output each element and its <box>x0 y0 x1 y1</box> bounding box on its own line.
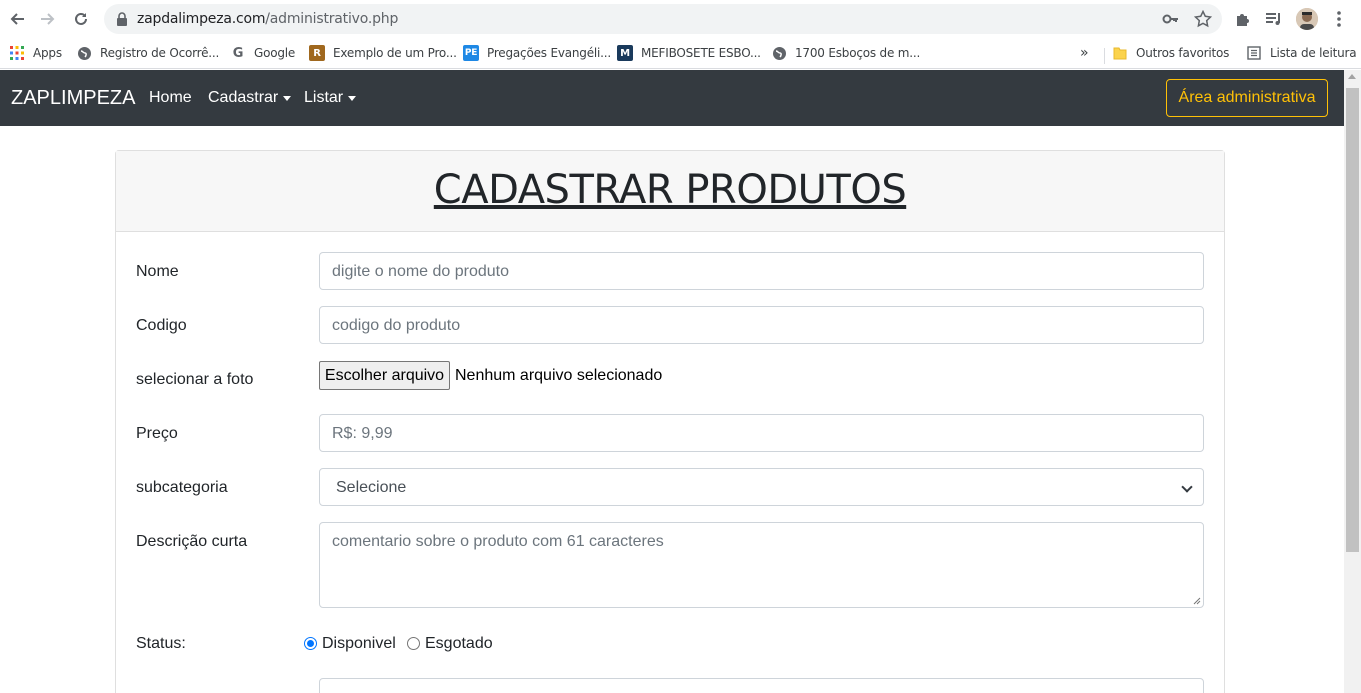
bookmark-google[interactable]: G Google <box>230 43 296 63</box>
choose-file-button[interactable]: Escolher arquivo <box>319 361 450 390</box>
subcategoria-selected: Selecione <box>336 479 407 496</box>
bookmark-label: Registro de Ocorrê... <box>100 46 220 60</box>
puzzle-extensions-icon[interactable] <box>1233 9 1253 29</box>
media-queue-icon[interactable] <box>1264 9 1284 29</box>
nav-listar-label: Listar <box>304 89 344 106</box>
lock-icon <box>116 12 128 26</box>
pe-logo-icon: PE <box>463 45 479 61</box>
bookmark-label: Google <box>254 46 296 60</box>
apps-grid-icon <box>9 45 25 61</box>
bookmark-apps[interactable]: Apps <box>9 43 62 63</box>
r-logo-icon: R <box>309 45 325 61</box>
card-header: CADASTRAR PRODUTOS <box>116 151 1224 232</box>
bookmark-label: Lista de leitura <box>1270 46 1357 60</box>
page-title: CADASTRAR PRODUTOS <box>433 167 907 213</box>
address-bar[interactable]: zapdalimpeza.com/administrativo.php <box>104 4 1222 34</box>
bookmark-pregacoes[interactable]: PE Pregações Evangéli... <box>463 43 611 63</box>
radio-disponivel-label[interactable]: Disponivel <box>322 635 396 653</box>
scroll-up-arrow-icon[interactable] <box>1348 74 1356 79</box>
reload-icon[interactable] <box>71 9 91 29</box>
key-icon[interactable] <box>1162 10 1180 28</box>
radio-disponivel[interactable] <box>304 637 317 650</box>
globe-icon <box>76 45 92 61</box>
resize-handle-icon[interactable] <box>1193 597 1201 605</box>
bookmark-label: Outros favoritos <box>1136 46 1230 60</box>
back-arrow-icon[interactable] <box>7 9 27 29</box>
site-navbar: ZAPLIMPEZA Home Cadastrar Listar Área ad… <box>0 70 1344 126</box>
bookmark-label: Exemplo de um Pro... <box>333 46 457 60</box>
preco-placeholder: R$: 9,99 <box>332 425 393 442</box>
subcategoria-label: subcategoria <box>136 479 228 496</box>
m-logo-icon: M <box>617 45 633 61</box>
bookmark-registro[interactable]: Registro de Ocorrê... <box>76 43 219 63</box>
google-icon: G <box>232 45 244 61</box>
nome-input[interactable]: digite o nome do produto <box>319 252 1204 290</box>
url-text: zapdalimpeza.com/administrativo.php <box>137 11 398 27</box>
bookmark-label: Apps <box>33 46 62 60</box>
nav-cadastrar-dropdown[interactable]: Cadastrar <box>208 89 292 107</box>
nav-listar-dropdown[interactable]: Listar <box>304 89 357 107</box>
bookmark-mefibosete[interactable]: M MEFIBOSETE ESBO... <box>617 43 761 63</box>
url-path: /administrativo.php <box>265 11 399 27</box>
caret-down-icon <box>348 95 357 101</box>
subcategoria-select[interactable]: Selecione <box>319 468 1204 506</box>
bookmark-label: MEFIBOSETE ESBO... <box>641 46 761 60</box>
preco-input[interactable]: R$: 9,99 <box>319 414 1204 452</box>
radio-esgotado-label[interactable]: Esgotado <box>425 635 493 653</box>
page-scrollbar[interactable] <box>1344 70 1361 693</box>
file-status-text: Nenhum arquivo selecionado <box>455 367 663 384</box>
forward-arrow-icon[interactable] <box>38 9 58 29</box>
nome-placeholder: digite o nome do produto <box>332 263 510 280</box>
descricao-placeholder: comentario sobre o produto com 61 caract… <box>332 533 664 550</box>
admin-area-button[interactable]: Área administrativa <box>1166 79 1328 117</box>
bookmark-label: 1700 Esboços de m... <box>795 46 921 60</box>
status-label: Status: <box>136 635 186 652</box>
next-field-input[interactable] <box>319 678 1204 693</box>
kebab-menu-icon[interactable] <box>1329 9 1349 29</box>
reading-list-icon <box>1246 45 1262 61</box>
chevron-down-icon <box>1181 481 1193 493</box>
nav-home-label: Home <box>149 89 192 106</box>
codigo-label: Codigo <box>136 317 187 334</box>
preco-label: Preço <box>136 425 178 442</box>
bookmark-label: Pregações Evangéli... <box>487 46 611 60</box>
codigo-input[interactable]: codigo do produto <box>319 306 1204 344</box>
nav-home[interactable]: Home <box>149 89 192 107</box>
descricao-label: Descrição curta <box>136 533 248 550</box>
bookmark-exemplo[interactable]: R Exemplo de um Pro... <box>309 43 457 63</box>
more-bookmarks-chevron[interactable]: » <box>1080 43 1089 63</box>
foto-label: selecionar a foto <box>136 371 254 388</box>
reading-list[interactable]: Lista de leitura <box>1246 43 1357 63</box>
bookmarks-bar: Apps Registro de Ocorrê... G Google R Ex… <box>0 38 1361 69</box>
caret-down-icon <box>283 95 292 101</box>
brand-logo[interactable]: ZAPLIMPEZA <box>11 87 135 110</box>
folder-icon <box>1112 45 1128 61</box>
bookmark-1700-esbocos[interactable]: 1700 Esboços de m... <box>771 43 920 63</box>
codigo-placeholder: codigo do produto <box>332 317 461 334</box>
nome-label: Nome <box>136 263 179 280</box>
radio-esgotado[interactable] <box>407 637 420 650</box>
nav-cadastrar-label: Cadastrar <box>208 89 279 106</box>
globe-icon <box>771 45 787 61</box>
descricao-textarea[interactable]: comentario sobre o produto com 61 caract… <box>319 522 1204 608</box>
bookmark-outros-favoritos[interactable]: Outros favoritos <box>1112 43 1229 63</box>
profile-avatar[interactable] <box>1296 8 1318 30</box>
bookmark-divider <box>1104 48 1105 64</box>
url-host: zapdalimpeza.com <box>137 11 266 27</box>
browser-toolbar: zapdalimpeza.com/administrativo.php <box>0 0 1361 38</box>
star-icon[interactable] <box>1193 9 1213 28</box>
scroll-thumb[interactable] <box>1346 88 1359 552</box>
